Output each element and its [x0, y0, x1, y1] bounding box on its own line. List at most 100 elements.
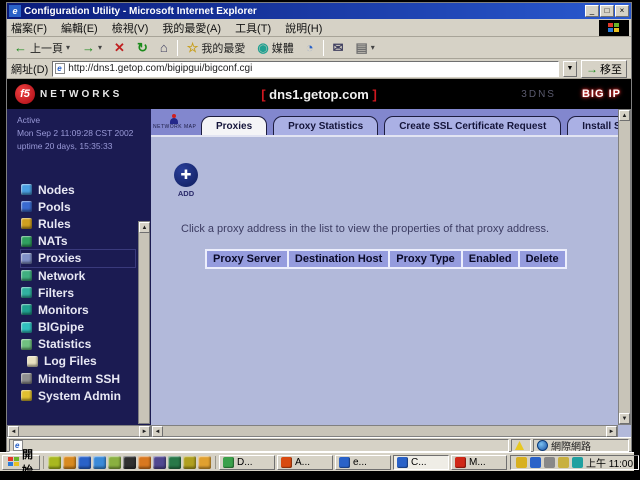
forward-dropdown-icon[interactable]: ▾ [98, 43, 102, 52]
stop-button[interactable]: ✕ [111, 40, 128, 55]
status-uptime: uptime 20 days, 15:35:33 [17, 140, 151, 153]
address-label: 網址(D) [11, 61, 48, 77]
back-button[interactable]: ← 上一頁 ▾ [11, 39, 73, 57]
menu-file[interactable]: 檔案(F) [11, 20, 47, 36]
maximize-button[interactable]: □ [600, 5, 614, 17]
media-icon: ◉ [257, 41, 268, 54]
sidebar-vertical-scrollbar[interactable]: ▲ [138, 221, 150, 424]
scroll-right-icon[interactable]: ► [139, 426, 150, 437]
quick-launch-icon-7[interactable] [138, 456, 151, 469]
sidebar-item-nats[interactable]: NATs [21, 233, 135, 250]
print-dropdown-icon[interactable]: ▾ [371, 43, 375, 52]
media-button[interactable]: ◉ 媒體 [254, 39, 296, 57]
history-button[interactable]: ◔ [303, 40, 317, 55]
forward-button[interactable]: → ▾ [79, 40, 105, 55]
main-vertical-scrollbar[interactable]: ▲ ▼ [618, 109, 631, 425]
sidebar-item-mindterm-ssh[interactable]: Mindterm SSH [21, 370, 135, 387]
quick-launch-icon-3[interactable] [78, 456, 91, 469]
go-arrow-icon: → [586, 62, 598, 76]
navigation-sidebar: Active Mon Sep 2 11:09:28 CST 2002 uptim… [7, 109, 151, 437]
address-dropdown-icon[interactable]: ▼ [563, 61, 577, 77]
back-icon: ← [14, 41, 27, 54]
sidebar-item-bigpipe[interactable]: BIGpipe [21, 319, 135, 336]
title-bar[interactable]: e Configuration Utility - Microsoft Inte… [7, 3, 631, 19]
messenger-icon[interactable] [530, 457, 541, 468]
network-map-button[interactable]: NETWORK MAP [153, 114, 195, 130]
quick-launch-icon-6[interactable] [123, 456, 136, 469]
column-delete[interactable]: Delete [520, 251, 565, 267]
sidebar-item-pools[interactable]: Pools [21, 198, 135, 215]
add-icon[interactable]: ✚ [174, 163, 198, 187]
capture-black-edge [0, 471, 640, 480]
menu-favorites[interactable]: 我的最愛(A) [162, 20, 221, 36]
sidebar-item-monitors[interactable]: Monitors [21, 301, 135, 318]
display-icon[interactable] [544, 457, 555, 468]
product-3dns-link[interactable]: 3DNS [521, 89, 556, 100]
add-proxy-button[interactable]: ✚ ADD [171, 163, 201, 198]
task-button-2[interactable]: A... [277, 455, 333, 470]
tab-proxies[interactable]: Proxies [201, 116, 267, 135]
sidebar-item-rules[interactable]: Rules [21, 215, 135, 232]
sidebar-item-log-files[interactable]: Log Files [21, 353, 135, 370]
sidebar-item-filters[interactable]: Filters [21, 284, 135, 301]
network-tray-icon[interactable] [572, 457, 583, 468]
volume-icon[interactable] [516, 457, 527, 468]
sidebar-item-proxies[interactable]: Proxies [21, 250, 135, 267]
scheduler-icon[interactable] [558, 457, 569, 468]
task-icon [339, 457, 350, 468]
sidebar-horizontal-scrollbar[interactable]: ◄ ► [7, 425, 151, 437]
menu-edit[interactable]: 編輯(E) [61, 20, 98, 36]
status-state: Active [17, 114, 151, 127]
back-dropdown-icon[interactable]: ▾ [66, 43, 70, 52]
quick-launch-icon-4[interactable] [93, 456, 106, 469]
mail-button[interactable]: ✉ [330, 40, 347, 55]
f5-header: f5 NETWORKS [ dns1.getop.com ] 3DNS BIG … [7, 79, 631, 109]
url-text[interactable]: http://dns1.getop.com/bigipgui/bigconf.c… [68, 63, 252, 74]
scroll-up-icon[interactable]: ▲ [619, 110, 630, 121]
tab-create-ssl-certificate-request[interactable]: Create SSL Certificate Request [384, 116, 561, 135]
sidebar-item-network[interactable]: Network [21, 267, 135, 284]
home-button[interactable]: ⌂ [157, 40, 171, 55]
product-bigip-link[interactable]: BIG IP [582, 88, 621, 100]
quick-launch-icon-11[interactable] [198, 456, 211, 469]
column-destination-host[interactable]: Destination Host [289, 251, 388, 267]
menu-tools[interactable]: 工具(T) [235, 20, 271, 36]
task-button-1[interactable]: D... [219, 455, 275, 470]
refresh-button[interactable]: ↻ [134, 40, 151, 55]
print-button[interactable]: ▤ ▾ [352, 40, 377, 55]
quick-launch-icon-2[interactable] [63, 456, 76, 469]
quick-launch-icon-10[interactable] [183, 456, 196, 469]
quick-launch-icon-5[interactable] [108, 456, 121, 469]
tab-proxy-statistics[interactable]: Proxy Statistics [273, 116, 378, 135]
task-button-3[interactable]: e... [335, 455, 391, 470]
go-button[interactable]: → 移至 [581, 60, 627, 78]
main-horizontal-scrollbar[interactable]: ◄ ► [151, 425, 618, 437]
column-proxy-server[interactable]: Proxy Server [207, 251, 287, 267]
close-button[interactable]: × [615, 5, 629, 17]
menu-help[interactable]: 說明(H) [285, 20, 322, 36]
task-button-4-active[interactable]: C... [393, 455, 449, 470]
scroll-down-icon[interactable]: ▼ [619, 413, 630, 424]
table-header-row: Proxy Server Destination Host Proxy Type… [207, 251, 565, 267]
scroll-right-icon[interactable]: ► [606, 426, 617, 437]
quick-launch-icon-1[interactable] [48, 456, 61, 469]
column-enabled[interactable]: Enabled [463, 251, 518, 267]
quick-launch-icon-9[interactable] [168, 456, 181, 469]
menu-view[interactable]: 檢視(V) [112, 20, 149, 36]
favorites-button[interactable]: ☆ 我的最愛 [184, 39, 249, 57]
quick-launch-icon-8[interactable] [153, 456, 166, 469]
minimize-button[interactable]: _ [585, 5, 599, 17]
scroll-left-icon[interactable]: ◄ [8, 426, 19, 437]
task-icon [281, 457, 292, 468]
start-button[interactable]: 開始 [2, 455, 40, 470]
scroll-up-icon[interactable]: ▲ [139, 222, 150, 233]
sidebar-item-statistics[interactable]: Statistics [21, 336, 135, 353]
column-proxy-type[interactable]: Proxy Type [390, 251, 461, 267]
scroll-left-icon[interactable]: ◄ [152, 426, 163, 437]
sidebar-item-nodes[interactable]: Nodes [21, 181, 135, 198]
sidebar-item-system-admin[interactable]: System Admin [21, 387, 135, 404]
task-button-5[interactable]: M... [451, 455, 507, 470]
address-input[interactable]: http://dns1.getop.com/bigipgui/bigconf.c… [52, 61, 559, 77]
windows-flag-icon [608, 23, 620, 33]
nats-icon [21, 236, 32, 247]
